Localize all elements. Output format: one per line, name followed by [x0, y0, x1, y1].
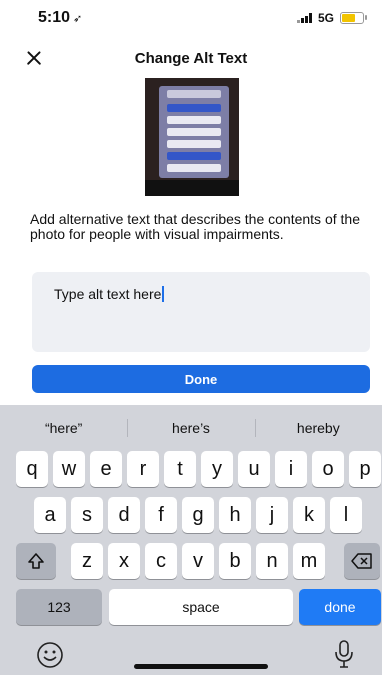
page-title: Change Alt Text: [134, 50, 248, 67]
key-h[interactable]: h: [219, 497, 251, 533]
key-a[interactable]: a: [34, 497, 66, 533]
key-q[interactable]: q: [16, 451, 48, 487]
key-g[interactable]: g: [182, 497, 214, 533]
key-l[interactable]: l: [330, 497, 362, 533]
shift-icon: [28, 553, 44, 569]
key-t[interactable]: t: [164, 451, 196, 487]
signal-icon: [296, 13, 312, 23]
suggestion-1[interactable]: “here”: [0, 405, 127, 451]
microphone-icon[interactable]: [332, 639, 356, 669]
suggestion-2[interactable]: here’s: [127, 405, 254, 451]
space-key[interactable]: space: [109, 589, 293, 625]
key-w[interactable]: w: [53, 451, 85, 487]
key-o[interactable]: o: [312, 451, 344, 487]
alt-text-input[interactable]: Type alt text here: [32, 272, 370, 352]
key-z[interactable]: z: [71, 543, 103, 579]
alt-text-value: Type alt text here: [54, 286, 165, 302]
key-m[interactable]: m: [293, 543, 325, 579]
done-button[interactable]: Done: [32, 365, 370, 393]
suggestion-bar: “here” here’s hereby: [0, 405, 382, 451]
status-time: 5:10 ➶: [38, 9, 82, 27]
keyboard-done-key[interactable]: done: [299, 589, 381, 625]
key-r[interactable]: r: [127, 451, 159, 487]
battery-icon: [340, 12, 367, 24]
key-s[interactable]: s: [71, 497, 103, 533]
key-x[interactable]: x: [108, 543, 140, 579]
key-e[interactable]: e: [90, 451, 122, 487]
backspace-icon: [351, 553, 372, 569]
status-bar: 5:10 ➶ 5G: [0, 0, 382, 36]
backspace-key[interactable]: [344, 543, 380, 579]
description-text: Add alternative text that describes the …: [30, 211, 360, 242]
key-v[interactable]: v: [182, 543, 214, 579]
status-indicators: 5G: [296, 11, 367, 25]
key-i[interactable]: i: [275, 451, 307, 487]
numbers-key[interactable]: 123: [16, 589, 102, 625]
emoji-icon[interactable]: [36, 641, 64, 669]
key-f[interactable]: f: [145, 497, 177, 533]
key-u[interactable]: u: [238, 451, 270, 487]
time-text: 5:10: [38, 9, 71, 26]
photo-screen: [159, 86, 229, 178]
text-caret: [162, 286, 165, 302]
key-k[interactable]: k: [293, 497, 325, 533]
header: Change Alt Text: [0, 44, 382, 74]
key-c[interactable]: c: [145, 543, 177, 579]
key-n[interactable]: n: [256, 543, 288, 579]
location-arrow-icon: ➶: [73, 13, 83, 25]
suggestion-3[interactable]: hereby: [254, 405, 382, 451]
key-y[interactable]: y: [201, 451, 233, 487]
key-p[interactable]: p: [349, 451, 381, 487]
key-d[interactable]: d: [108, 497, 140, 533]
home-indicator: [134, 664, 268, 669]
shift-key[interactable]: [16, 543, 56, 579]
network-label: 5G: [317, 11, 334, 25]
photo-thumbnail: [145, 78, 239, 196]
key-b[interactable]: b: [219, 543, 251, 579]
keyboard: “here” here’s hereby q w e r t y u i o p…: [0, 405, 382, 675]
key-j[interactable]: j: [256, 497, 288, 533]
